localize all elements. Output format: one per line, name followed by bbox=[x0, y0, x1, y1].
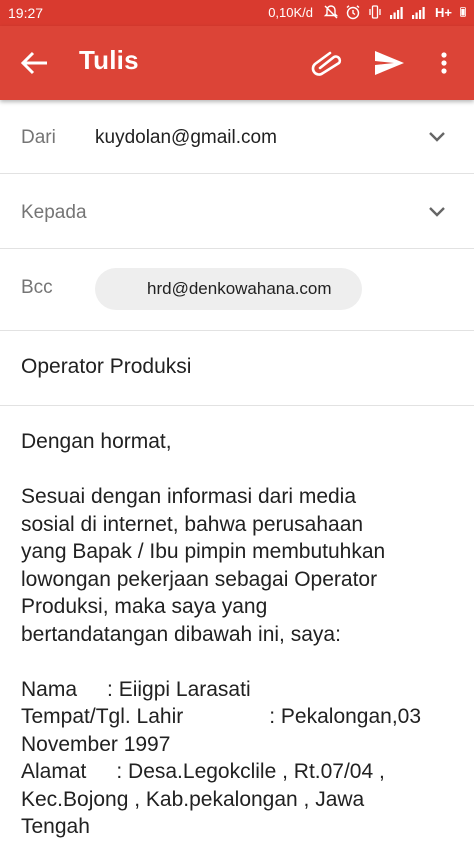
from-row: Dari kuydolan@gmail.com bbox=[0, 100, 474, 174]
send-icon[interactable] bbox=[372, 48, 406, 78]
body-line: Tengah bbox=[21, 815, 90, 838]
body-nama-line: Nama : Eiigpi Larasati bbox=[21, 676, 461, 704]
signal-icon bbox=[390, 7, 403, 19]
body-alamat-line: Alamat : Desa.Legokclile , Rt.07/04 , bbox=[21, 758, 461, 786]
status-bar: 19:27 0,10K/d H+ bbox=[0, 0, 474, 26]
status-time: 19:27 bbox=[8, 5, 44, 21]
body-line: November 1997 bbox=[21, 732, 171, 756]
bcc-label: Bcc bbox=[21, 277, 53, 298]
body-line: lowongan pekerjaan sebagai Operator bbox=[21, 567, 378, 591]
body-line: Produksi, maka saya yang bbox=[21, 595, 268, 618]
chevron-down-icon[interactable] bbox=[425, 125, 449, 149]
attach-icon[interactable] bbox=[310, 50, 344, 76]
to-input[interactable] bbox=[95, 184, 409, 226]
status-icons: 0,10K/d H+ bbox=[268, 4, 468, 20]
battery-icon bbox=[460, 7, 466, 17]
recipient-chip-label: hrd@denkowahana.com bbox=[147, 279, 332, 298]
bcc-row: Bcc hrd@denkowahana.com bbox=[0, 249, 474, 331]
body-line: sosial di internet, bahwa perusahaan bbox=[21, 512, 364, 536]
recipient-chip[interactable]: hrd@denkowahana.com bbox=[95, 268, 362, 310]
back-arrow-icon[interactable] bbox=[18, 48, 52, 78]
ttl-label: Tempat/Tgl. Lahir bbox=[21, 705, 184, 728]
mute-icon bbox=[323, 5, 339, 19]
nama-label: Nama bbox=[21, 677, 78, 701]
subject-text[interactable]: Operator Produksi bbox=[21, 355, 191, 379]
more-vert-icon[interactable] bbox=[432, 48, 456, 78]
body-line: bertandatangan dibawah ini, saya: bbox=[21, 622, 341, 646]
network-type: H+ bbox=[435, 4, 452, 20]
from-account[interactable]: kuydolan@gmail.com bbox=[95, 127, 277, 149]
ttl-value: : Pekalongan,03 bbox=[269, 705, 422, 728]
from-label: Dari bbox=[21, 127, 56, 148]
signal-icon bbox=[412, 7, 425, 19]
body-line: Sesuai dengan informasi dari media bbox=[21, 485, 357, 508]
body-line: yang Bapak / Ibu pimpin membutuhkan bbox=[21, 540, 386, 563]
to-row: Kepada bbox=[0, 174, 474, 249]
nama-value: : Eiigpi Larasati bbox=[107, 677, 251, 701]
alamat-label: Alamat bbox=[21, 760, 87, 783]
network-speed: 0,10K/d bbox=[268, 4, 314, 20]
body-greeting: Dengan hormat, bbox=[21, 430, 172, 453]
alarm-icon bbox=[346, 5, 360, 20]
app-bar: Tulis bbox=[0, 26, 474, 100]
vibrate-icon bbox=[369, 5, 381, 19]
alamat-value: : Desa.Legokclile , Rt.07/04 , bbox=[116, 760, 385, 783]
body-line: Kec.Bojong , Kab.pekalongan , Jawa bbox=[21, 787, 365, 811]
message-body[interactable]: Dengan hormat, Sesuai dengan informasi d… bbox=[21, 428, 461, 841]
compose-title: Tulis bbox=[79, 45, 139, 75]
chevron-down-icon[interactable] bbox=[425, 200, 449, 224]
body-ttl-line: Tempat/Tgl. Lahir : Pekalongan,03 bbox=[21, 703, 461, 731]
to-label: Kepada bbox=[21, 202, 87, 223]
